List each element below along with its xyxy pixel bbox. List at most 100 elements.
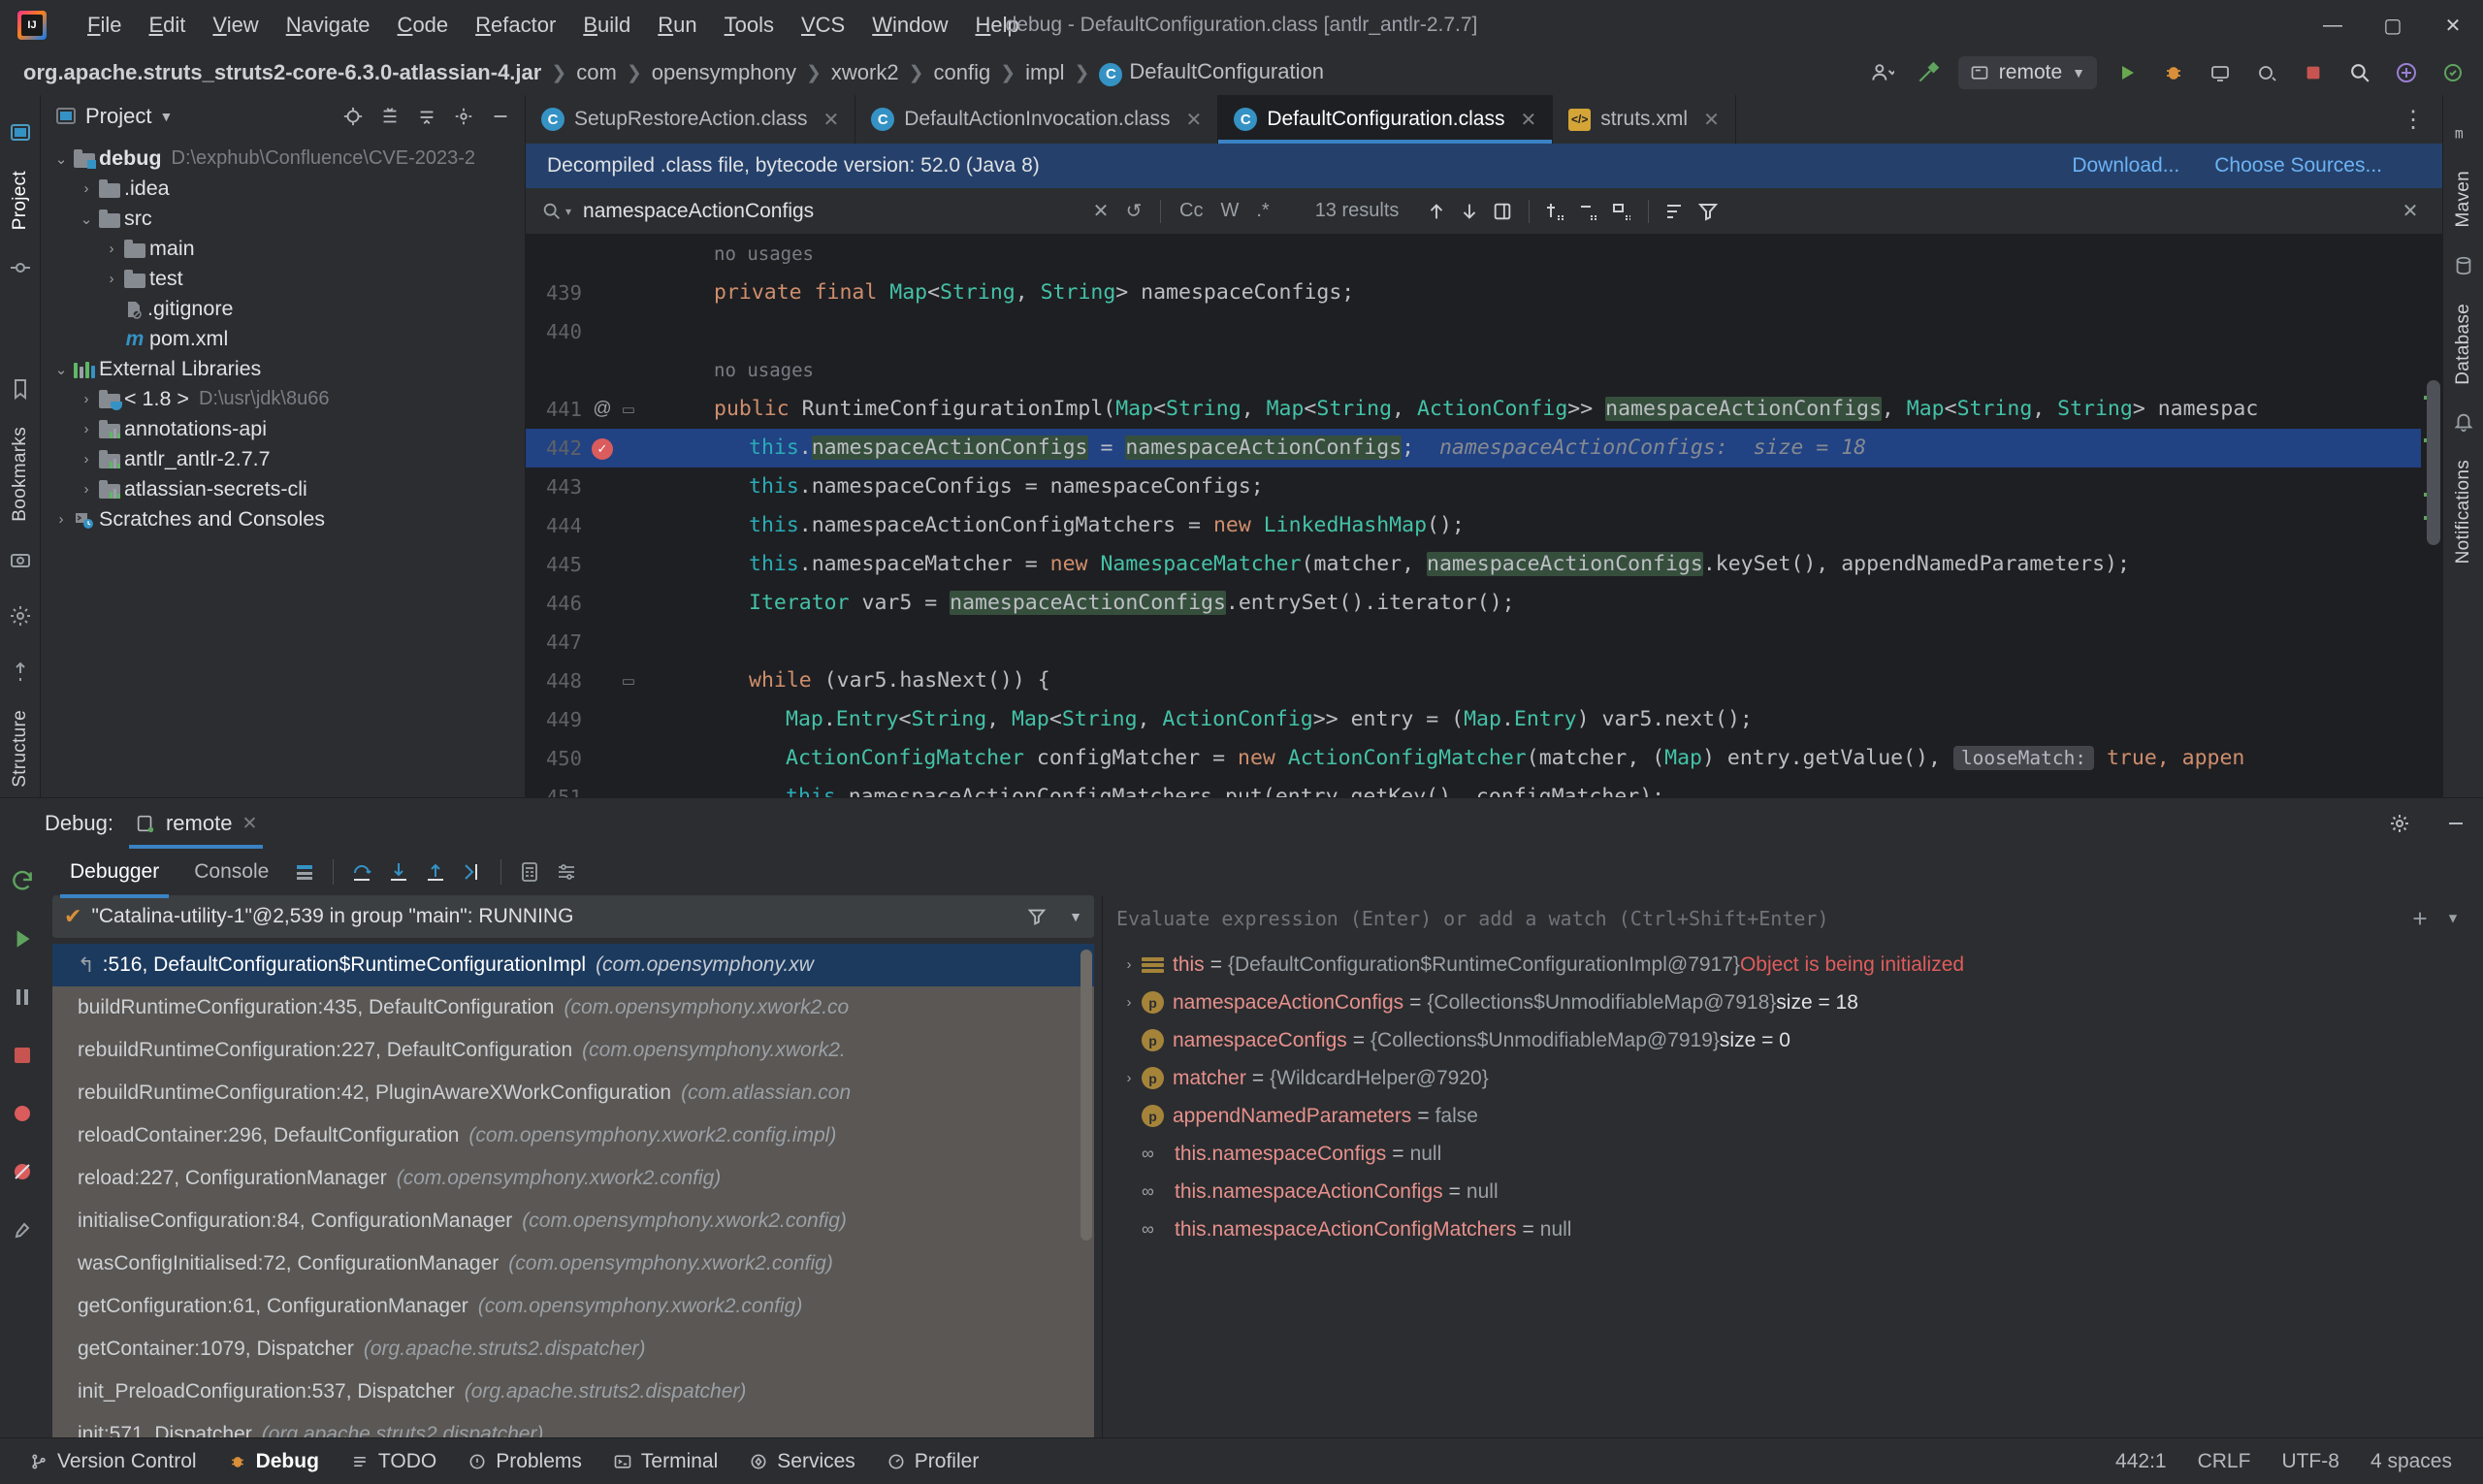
- variable-row[interactable]: p appendNamedParameters = false: [1103, 1097, 2483, 1135]
- commit-icon[interactable]: [4, 251, 37, 284]
- gutter-row[interactable]: 450: [526, 739, 642, 778]
- menu-item-vcs[interactable]: VCS: [788, 7, 858, 44]
- camera-icon[interactable]: [4, 543, 37, 576]
- tree-expand-arrow[interactable]: ⌄: [48, 150, 74, 168]
- menu-item-window[interactable]: Window: [858, 7, 961, 44]
- expand-all-icon[interactable]: [375, 102, 404, 131]
- status-item-version-control[interactable]: Version Control: [14, 1445, 212, 1478]
- menu-item-help[interactable]: Help: [961, 7, 1032, 44]
- find-reset-icon[interactable]: ↺: [1117, 195, 1150, 228]
- menu-item-view[interactable]: View: [199, 7, 272, 44]
- project-settings-icon[interactable]: [449, 102, 478, 131]
- editor-tab-close-icon[interactable]: ✕: [822, 108, 839, 132]
- updates-icon[interactable]: [2436, 56, 2469, 89]
- stack-frame[interactable]: wasConfigInitialised:72, ConfigurationMa…: [52, 1242, 1094, 1285]
- settings-debug-icon[interactable]: [4, 1211, 41, 1248]
- annotation-gutter-icon[interactable]: @: [593, 399, 611, 419]
- menu-item-edit[interactable]: Edit: [135, 7, 199, 44]
- editor-tab-setuprestoreaction-class[interactable]: C SetupRestoreAction.class ✕: [526, 95, 856, 144]
- editor-tab-close-icon[interactable]: ✕: [1703, 108, 1720, 132]
- maven-icon[interactable]: m: [2447, 116, 2480, 149]
- editor-tab-defaultconfiguration-class[interactable]: C DefaultConfiguration.class ✕: [1218, 95, 1554, 144]
- step-over-icon[interactable]: [343, 854, 380, 890]
- breadcrumb-item[interactable]: com: [572, 58, 621, 87]
- choose-sources-link[interactable]: Choose Sources...: [2214, 154, 2382, 177]
- watch-options-icon[interactable]: ▼: [2436, 902, 2469, 935]
- rail-label-database[interactable]: Database: [2453, 304, 2474, 385]
- status-right-442-1[interactable]: 442:1: [2100, 1445, 2182, 1478]
- code-line[interactable]: this.namespaceActionConfigMatchers = new…: [642, 506, 2421, 545]
- editor-tabs-more-icon[interactable]: ⋮: [2384, 95, 2442, 144]
- watch-input-row[interactable]: Evaluate expression (Enter) or add a wat…: [1103, 895, 2483, 942]
- stop-icon[interactable]: [2297, 56, 2330, 89]
- tree-expand-arrow[interactable]: ›: [74, 451, 99, 468]
- find-previous-icon[interactable]: [1420, 195, 1453, 228]
- variables-list[interactable]: › this = {DefaultConfiguration$RuntimeConfi…: [1103, 942, 2483, 1437]
- variable-row[interactable]: ∞ this.namespaceActionConfigMatchers = null: [1103, 1210, 2483, 1248]
- tree-expand-arrow[interactable]: ›: [99, 241, 124, 257]
- tree-node-pom-xml[interactable]: ›mpom.xml: [41, 324, 525, 354]
- status-item-services[interactable]: Services: [733, 1445, 871, 1478]
- status-right-utf-8[interactable]: UTF-8: [2266, 1445, 2355, 1478]
- rerun-icon[interactable]: [4, 862, 41, 899]
- chevron-down-icon[interactable]: ▼: [159, 109, 173, 124]
- gutter-row[interactable]: 439: [526, 274, 642, 312]
- frames-scrollbar[interactable]: [1080, 950, 1092, 1241]
- menu-item-refactor[interactable]: Refactor: [462, 7, 569, 44]
- status-item-profiler[interactable]: Profiler: [871, 1445, 995, 1478]
- tree-node--idea[interactable]: › .idea: [41, 174, 525, 204]
- code-line[interactable]: this.namespaceMatcher = new NamespaceMat…: [642, 545, 2421, 584]
- variable-row[interactable]: › p matcher = {WildcardHelper@7920}: [1103, 1059, 2483, 1097]
- editor-tab-struts-xml[interactable]: </> struts.xml ✕: [1553, 95, 1736, 144]
- collapse-all-icon[interactable]: [412, 102, 441, 131]
- variable-expand-arrow[interactable]: ›: [1116, 1070, 1142, 1086]
- variable-expand-arrow[interactable]: ›: [1116, 994, 1142, 1011]
- find-search-icon[interactable]: ▾: [541, 201, 571, 222]
- tree-node-main[interactable]: › main: [41, 234, 525, 264]
- notifications-icon[interactable]: [2447, 405, 2480, 438]
- scroll-from-source-icon[interactable]: [339, 102, 368, 131]
- gutter-row[interactable]: 445: [526, 545, 642, 584]
- gutter-row[interactable]: 440: [526, 312, 642, 351]
- code-line[interactable]: Map.Entry<String, Map<String, ActionConf…: [642, 700, 2421, 739]
- gutter-row[interactable]: 447: [526, 623, 642, 661]
- view-breakpoints-icon[interactable]: [4, 1095, 41, 1132]
- rail-label-notifications[interactable]: Notifications: [2453, 460, 2474, 564]
- call-stack-list[interactable]: ↰:516, DefaultConfiguration$RuntimeConfi…: [52, 944, 1094, 1437]
- thread-selector[interactable]: ✔ "Catalina-utility-1"@2,539 in group "m…: [52, 895, 1094, 938]
- status-right-crlf[interactable]: CRLF: [2182, 1445, 2267, 1478]
- attach-debugger-icon[interactable]: [2204, 56, 2237, 89]
- gutter-row[interactable]: [526, 235, 642, 274]
- code-text-area[interactable]: no usages private final Map<String, Strin…: [642, 235, 2421, 797]
- code-line[interactable]: this.namespaceActionConfigMatchers.put(e…: [642, 778, 2421, 797]
- debug-session-close-icon[interactable]: ✕: [242, 813, 257, 835]
- fold-marker[interactable]: ▭: [617, 672, 640, 690]
- menu-item-code[interactable]: Code: [384, 7, 463, 44]
- settings-icon[interactable]: [4, 599, 37, 632]
- status-item-terminal[interactable]: Terminal: [597, 1445, 733, 1478]
- tab-debugger[interactable]: Debugger: [52, 855, 177, 898]
- run-icon[interactable]: [2111, 56, 2144, 89]
- tree-node-external-libraries[interactable]: ⌄ External Libraries: [41, 354, 525, 384]
- select-all-occurrences-icon[interactable]: [1605, 195, 1638, 228]
- breadcrumb-item[interactable]: opensymphony: [648, 58, 800, 87]
- tree-expand-arrow[interactable]: ⌄: [74, 210, 99, 228]
- rail-label-bookmarks[interactable]: Bookmarks: [10, 427, 31, 522]
- breadcrumb-item[interactable]: config: [929, 58, 994, 87]
- tree-expand-arrow[interactable]: ›: [74, 391, 99, 407]
- tree-expand-arrow[interactable]: ›: [99, 331, 124, 347]
- tree-node-src[interactable]: ⌄ src: [41, 204, 525, 234]
- editor-tab-defaultactioninvocation-class[interactable]: C DefaultActionInvocation.class ✕: [855, 95, 1219, 144]
- breadcrumb-item[interactable]: impl: [1021, 58, 1068, 87]
- frames-filter-icon[interactable]: [1026, 906, 1048, 927]
- gutter-marker[interactable]: ✓: [588, 437, 617, 460]
- breakpoint-icon[interactable]: ✓: [592, 437, 613, 460]
- tree-expand-arrow[interactable]: ⌄: [48, 361, 74, 378]
- evaluate-expression-icon[interactable]: [511, 854, 548, 890]
- structure-pin-icon[interactable]: [4, 656, 37, 689]
- code-line[interactable]: [642, 312, 2421, 351]
- filter-icon[interactable]: [1692, 195, 1725, 228]
- stop-program-icon[interactable]: [4, 1037, 41, 1074]
- tree-expand-arrow[interactable]: ›: [74, 421, 99, 437]
- gutter-row[interactable]: [526, 351, 642, 390]
